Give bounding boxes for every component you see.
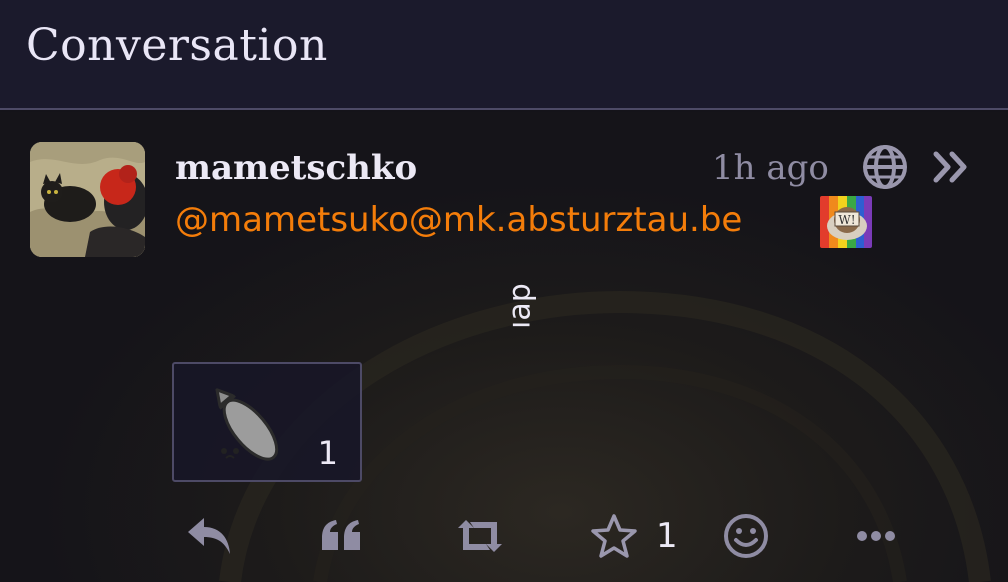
chevrons-right-icon[interactable] [930,146,972,188]
post-actions: 1 [0,508,1008,568]
favorite-button[interactable]: 1 [590,508,678,564]
author-handle[interactable]: @mametsuko@mk.absturztau.be [175,200,742,240]
favorite-count: 1 [656,516,678,556]
star-icon [591,514,637,558]
more-icon [857,531,895,541]
react-button[interactable] [722,508,770,564]
status-post[interactable]: mametschko 1h ago @mametsuko@mk.absturzt… [0,112,1008,582]
reaction-button[interactable]: 1 [172,362,362,482]
post-timestamp[interactable]: 1h ago [712,148,829,188]
quote-button[interactable] [320,508,362,564]
reply-icon [188,518,230,554]
instance-badge-icon: W! [820,196,872,248]
post-content: ıap [502,283,538,329]
page-title: Conversation [26,20,328,71]
author-display-name[interactable]: mametschko [175,148,417,188]
reaction-count: 1 [317,434,338,472]
quote-icon [322,520,360,550]
bomb-emoji-icon [215,388,279,461]
avatar[interactable] [30,142,145,257]
more-button[interactable] [856,508,896,564]
globe-icon[interactable] [862,144,908,190]
page-header: Conversation [0,0,1008,110]
repeat-icon [458,520,502,552]
reply-button[interactable] [186,508,234,564]
repeat-button[interactable] [454,508,506,564]
svg-text:W!: W! [838,213,855,227]
smiley-icon [724,514,768,558]
